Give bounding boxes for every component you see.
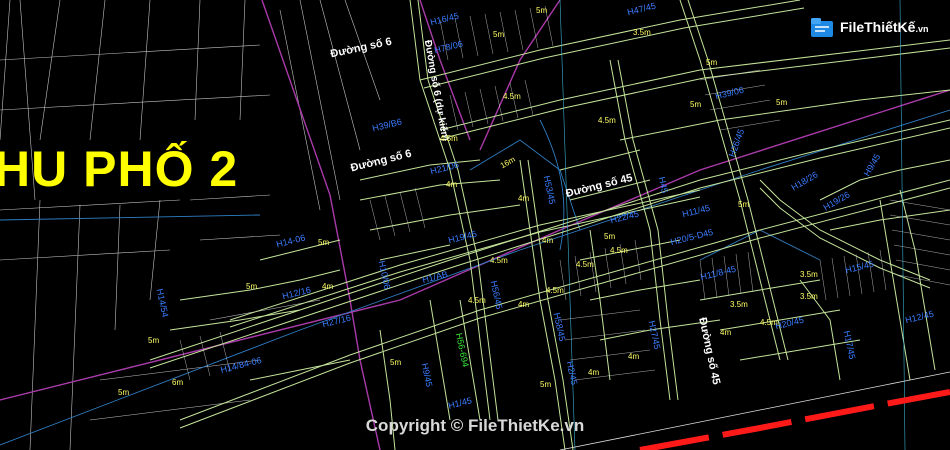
- distance-label: 5m: [738, 200, 750, 209]
- distance-label: 4.5m: [546, 286, 564, 295]
- distance-label: 4m: [446, 180, 458, 189]
- distance-label: 3.5m: [800, 292, 818, 301]
- distance-label: 5m: [690, 100, 702, 109]
- distance-label: 3.5m: [633, 28, 651, 37]
- folder-icon: [811, 18, 833, 37]
- distance-label: 5m: [493, 30, 505, 39]
- distance-label: 4m: [322, 282, 334, 291]
- distance-label: 4.5m: [598, 116, 616, 125]
- distance-label: 6m: [172, 378, 184, 387]
- site-logo: FileThiếtKế.vn: [810, 12, 940, 44]
- distance-label: 4.5m: [503, 92, 521, 101]
- distance-label: 5m: [118, 388, 130, 397]
- cad-map-canvas[interactable]: [0, 0, 950, 450]
- distance-label: 4m: [518, 300, 530, 309]
- distance-label: 4.5m: [490, 256, 508, 265]
- distance-label: 4.5m: [468, 296, 486, 305]
- distance-label: 4.5m: [440, 134, 458, 143]
- distance-label: 3.5m: [730, 300, 748, 309]
- distance-label: 5m: [390, 358, 402, 367]
- copyright-watermark: Copyright © FileThietKe.vn: [365, 416, 585, 435]
- distance-label: 4.5m: [760, 318, 778, 327]
- logo-domain: .vn: [915, 24, 929, 34]
- distance-label: 5m: [246, 282, 258, 291]
- distance-label: 5m: [536, 6, 548, 15]
- district-title: HU PHỐ 2: [0, 141, 239, 197]
- distance-label: 5m: [604, 232, 616, 241]
- distance-label: 4.5m: [576, 260, 594, 269]
- distance-label: 4m: [588, 368, 600, 377]
- distance-label: 5m: [706, 58, 718, 67]
- distance-label: 4m: [542, 236, 554, 245]
- distance-label: 5m: [776, 98, 788, 107]
- distance-label: 4.5m: [610, 246, 628, 255]
- distance-label: 4m: [628, 352, 640, 361]
- distance-label: 4m: [720, 328, 732, 337]
- distance-label: 4m: [518, 194, 530, 203]
- distance-label: 5m: [540, 380, 552, 389]
- distance-label: 5m: [148, 336, 160, 345]
- distance-label: 5m: [318, 238, 330, 247]
- logo-text: FileThiếtKế.vn: [840, 19, 928, 35]
- logo-brand: FileThiếtKế: [840, 19, 916, 35]
- distance-label: 3.5m: [800, 270, 818, 279]
